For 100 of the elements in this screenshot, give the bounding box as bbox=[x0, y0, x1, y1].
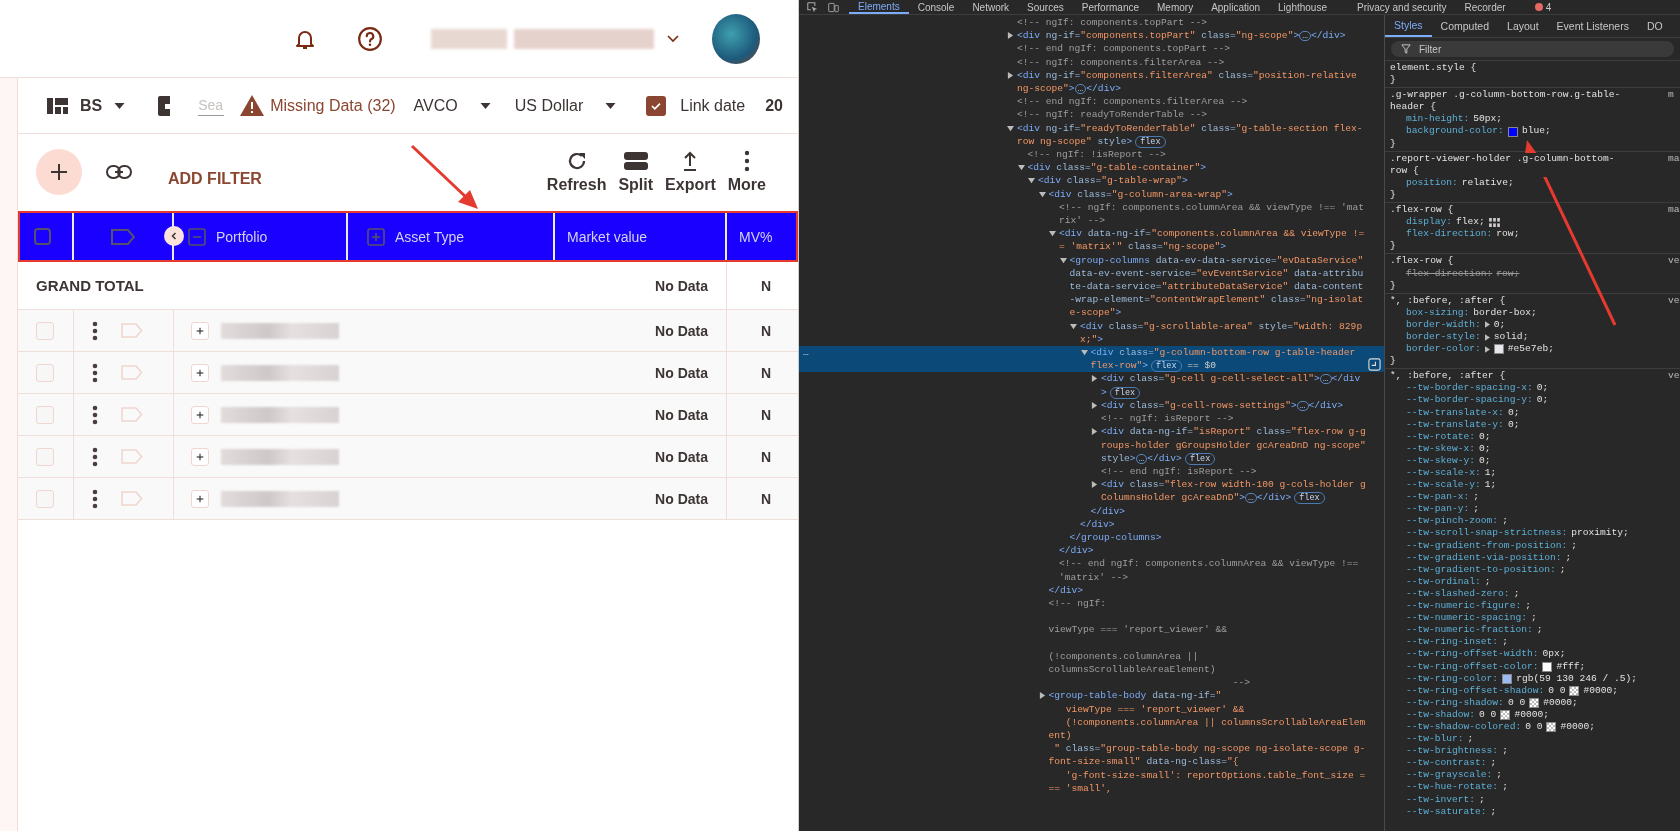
expand-arrow-icon[interactable] bbox=[1484, 333, 1490, 341]
dom-node-row[interactable]: </div> bbox=[799, 517, 1384, 531]
select-all-checkbox[interactable] bbox=[34, 228, 51, 245]
link-icon[interactable] bbox=[106, 165, 132, 179]
collapse-handle[interactable] bbox=[164, 226, 184, 246]
color-swatch[interactable] bbox=[1507, 126, 1518, 137]
dom-node-row[interactable]: <!-- ngIf: readyToRenderTable --> bbox=[799, 108, 1384, 122]
filter-field[interactable]: Filter bbox=[1417, 42, 1571, 56]
color-swatch[interactable] bbox=[1546, 722, 1557, 732]
dom-node-row[interactable]: <div class="flex-row width-100 g-cols-holder gColumnsHolder gcAreaDnD"> … </div> flex bbox=[799, 478, 1384, 505]
collapse-arrow-icon[interactable] bbox=[1028, 177, 1035, 185]
collapse-arrow-icon[interactable] bbox=[1080, 349, 1088, 357]
styles-tab[interactable]: Event Listeners bbox=[1547, 15, 1638, 37]
layout-dropdown[interactable]: BS bbox=[80, 96, 126, 115]
styles-tab[interactable]: Layout bbox=[1498, 15, 1548, 37]
styles-tab[interactable]: Computed bbox=[1431, 15, 1499, 37]
kebab-icon[interactable] bbox=[92, 404, 98, 425]
devtools-tab[interactable]: Lighthouse bbox=[1269, 0, 1336, 14]
styles-tab[interactable]: DO bbox=[1637, 15, 1672, 37]
collapse-arrow-icon[interactable] bbox=[1059, 256, 1067, 264]
column-header[interactable]: Market value bbox=[567, 228, 648, 245]
color-swatch[interactable] bbox=[1542, 661, 1553, 672]
dom-node-row[interactable]: <div data-ng-if="components.columnArea && viewType !== 'matrix'" class="ng-scope"> bbox=[799, 227, 1384, 254]
devtools-tab[interactable]: Sources bbox=[1018, 0, 1073, 14]
expand-box-icon[interactable] bbox=[191, 489, 209, 508]
expand-arrow-icon[interactable] bbox=[1091, 428, 1098, 436]
dom-node-row[interactable]: <!-- end ngIf: isReport --> bbox=[799, 464, 1384, 479]
screenshot-node-icon[interactable] bbox=[1368, 358, 1381, 372]
expand-arrow-icon[interactable] bbox=[1038, 692, 1046, 700]
devtools-tab[interactable]: Console bbox=[908, 0, 964, 14]
color-swatch[interactable] bbox=[1502, 673, 1513, 684]
add-button[interactable] bbox=[36, 149, 82, 195]
collapse-arrow-icon[interactable] bbox=[1017, 164, 1025, 172]
row-checkbox[interactable] bbox=[36, 363, 54, 382]
devtools-tab[interactable]: Elements bbox=[849, 0, 909, 14]
export-button[interactable]: Export bbox=[665, 150, 716, 194]
expand-arrow-icon[interactable] bbox=[1007, 32, 1014, 40]
expand-arrow-icon[interactable] bbox=[1484, 321, 1490, 329]
stylesheet-link[interactable]: ve bbox=[1668, 294, 1680, 307]
layout-icon[interactable] bbox=[47, 97, 68, 114]
devtools-tab[interactable]: Network bbox=[963, 0, 1019, 14]
grid-icon[interactable] bbox=[1488, 217, 1500, 227]
dom-node-row[interactable]: <div ng-if="components.topPart" class="ng-scope"> … </div> bbox=[799, 29, 1384, 43]
kebab-icon[interactable] bbox=[92, 362, 98, 383]
dom-node-row[interactable]: <!-- end ngIf: components.filterArea --> bbox=[799, 95, 1384, 109]
color-swatch[interactable] bbox=[1569, 685, 1580, 696]
collapse-arrow-icon[interactable] bbox=[1070, 322, 1077, 330]
dom-node-row[interactable]: <!-- ngIf: viewType === 'report_viewer' && (!components.columnArea || columnsScrollableAreaElement) --> bbox=[799, 596, 1384, 690]
color-swatch[interactable] bbox=[1493, 344, 1504, 355]
expand-arrow-icon[interactable] bbox=[1091, 375, 1098, 383]
dom-node-row[interactable]: </div> bbox=[799, 583, 1384, 597]
collapse-arrow-icon[interactable] bbox=[1038, 190, 1046, 198]
kebab-icon[interactable] bbox=[92, 488, 98, 509]
device-icon[interactable] bbox=[828, 1, 839, 13]
dom-node-row[interactable]: </div> bbox=[799, 544, 1384, 558]
dom-node-row[interactable]: </group-columns> bbox=[799, 530, 1384, 545]
chevron-down-icon[interactable] bbox=[667, 34, 679, 43]
expand-box-icon[interactable] bbox=[191, 363, 209, 382]
dom-node-row[interactable]: <div data-ng-if="isReport" class="flex-row g-groups-holder gGroupsHolder gcAreaDnD ng-scope" style> … </div> flex bbox=[799, 425, 1384, 465]
dom-node-row[interactable]: <!-- end ngIf: components.topPart --> bbox=[799, 42, 1384, 56]
dom-node-row[interactable]: <!-- end ngIf: components.columnArea && viewType !== 'matrix' --> bbox=[799, 557, 1384, 584]
collapse-arrow-icon[interactable] bbox=[1049, 230, 1056, 238]
filter-box[interactable]: Filter bbox=[1391, 41, 1674, 57]
more-button[interactable]: More bbox=[727, 150, 766, 194]
missing-data-link[interactable]: Missing Data (32) bbox=[270, 96, 396, 115]
column-header[interactable]: Portfolio bbox=[216, 228, 268, 245]
help-icon[interactable] bbox=[357, 25, 383, 52]
dom-node-row[interactable]: <div class="g-scrollable-area" style="width: 829px;"> bbox=[799, 319, 1384, 347]
dom-node-row[interactable]: <!-- ngIf: components.columnArea && viewType !== 'matrix' --> bbox=[799, 200, 1384, 228]
column-header[interactable]: Asset Type bbox=[395, 228, 464, 245]
devtools-tab[interactable]: Privacy and security bbox=[1348, 0, 1456, 14]
expand-arrow-icon[interactable] bbox=[1484, 345, 1490, 353]
expand-arrow-icon[interactable] bbox=[1091, 481, 1098, 489]
dom-node-row[interactable]: <div class="g-cell g-cell-select-all"> … </div> flex bbox=[799, 372, 1384, 399]
document-icon[interactable] bbox=[158, 95, 173, 116]
devtools-tab[interactable]: Memory bbox=[1148, 0, 1203, 14]
dom-node-row[interactable]: <div class="g-column-area-wrap"> bbox=[799, 187, 1384, 201]
expand-box-icon[interactable] bbox=[191, 447, 209, 466]
error-count[interactable]: 4 bbox=[1545, 1, 1552, 13]
kebab-icon[interactable] bbox=[92, 320, 98, 341]
devtools-tab[interactable]: Recorder bbox=[1455, 0, 1515, 14]
dom-node-row[interactable]: … <div class="g-column-bottom-row g-table-header flex-row"> flex == $0 bbox=[799, 346, 1384, 373]
dom-node-row[interactable]: <!-- ngIf: !isReport --> bbox=[799, 148, 1384, 162]
node-menu-dots[interactable]: … bbox=[803, 346, 809, 360]
devtools-tab[interactable]: Application bbox=[1202, 0, 1270, 14]
add-filter-button[interactable]: ADD FILTER bbox=[168, 170, 262, 188]
row-checkbox[interactable] bbox=[36, 447, 54, 466]
row-checkbox[interactable] bbox=[36, 489, 54, 508]
collapse-arrow-icon[interactable] bbox=[1007, 124, 1014, 132]
kebab-icon[interactable] bbox=[92, 446, 98, 467]
expand-box-icon[interactable] bbox=[191, 405, 209, 424]
dom-node-row[interactable]: </div> bbox=[799, 504, 1384, 518]
stylesheet-link[interactable]: ve bbox=[1668, 255, 1680, 268]
currency-dropdown[interactable]: US Dollar bbox=[514, 96, 617, 115]
stylesheet-link[interactable]: ma bbox=[1668, 152, 1680, 177]
row-checkbox[interactable] bbox=[36, 321, 54, 340]
expand-arrow-icon[interactable] bbox=[1091, 401, 1098, 409]
dom-node-row[interactable]: <div ng-if="readyToRenderTable" class="g-table-section flex-row ng-scope" style> flex bbox=[799, 121, 1384, 149]
styles-tab[interactable]: Styles bbox=[1385, 15, 1432, 37]
dom-node-row[interactable]: <div class="g-table-wrap"> bbox=[799, 174, 1384, 188]
